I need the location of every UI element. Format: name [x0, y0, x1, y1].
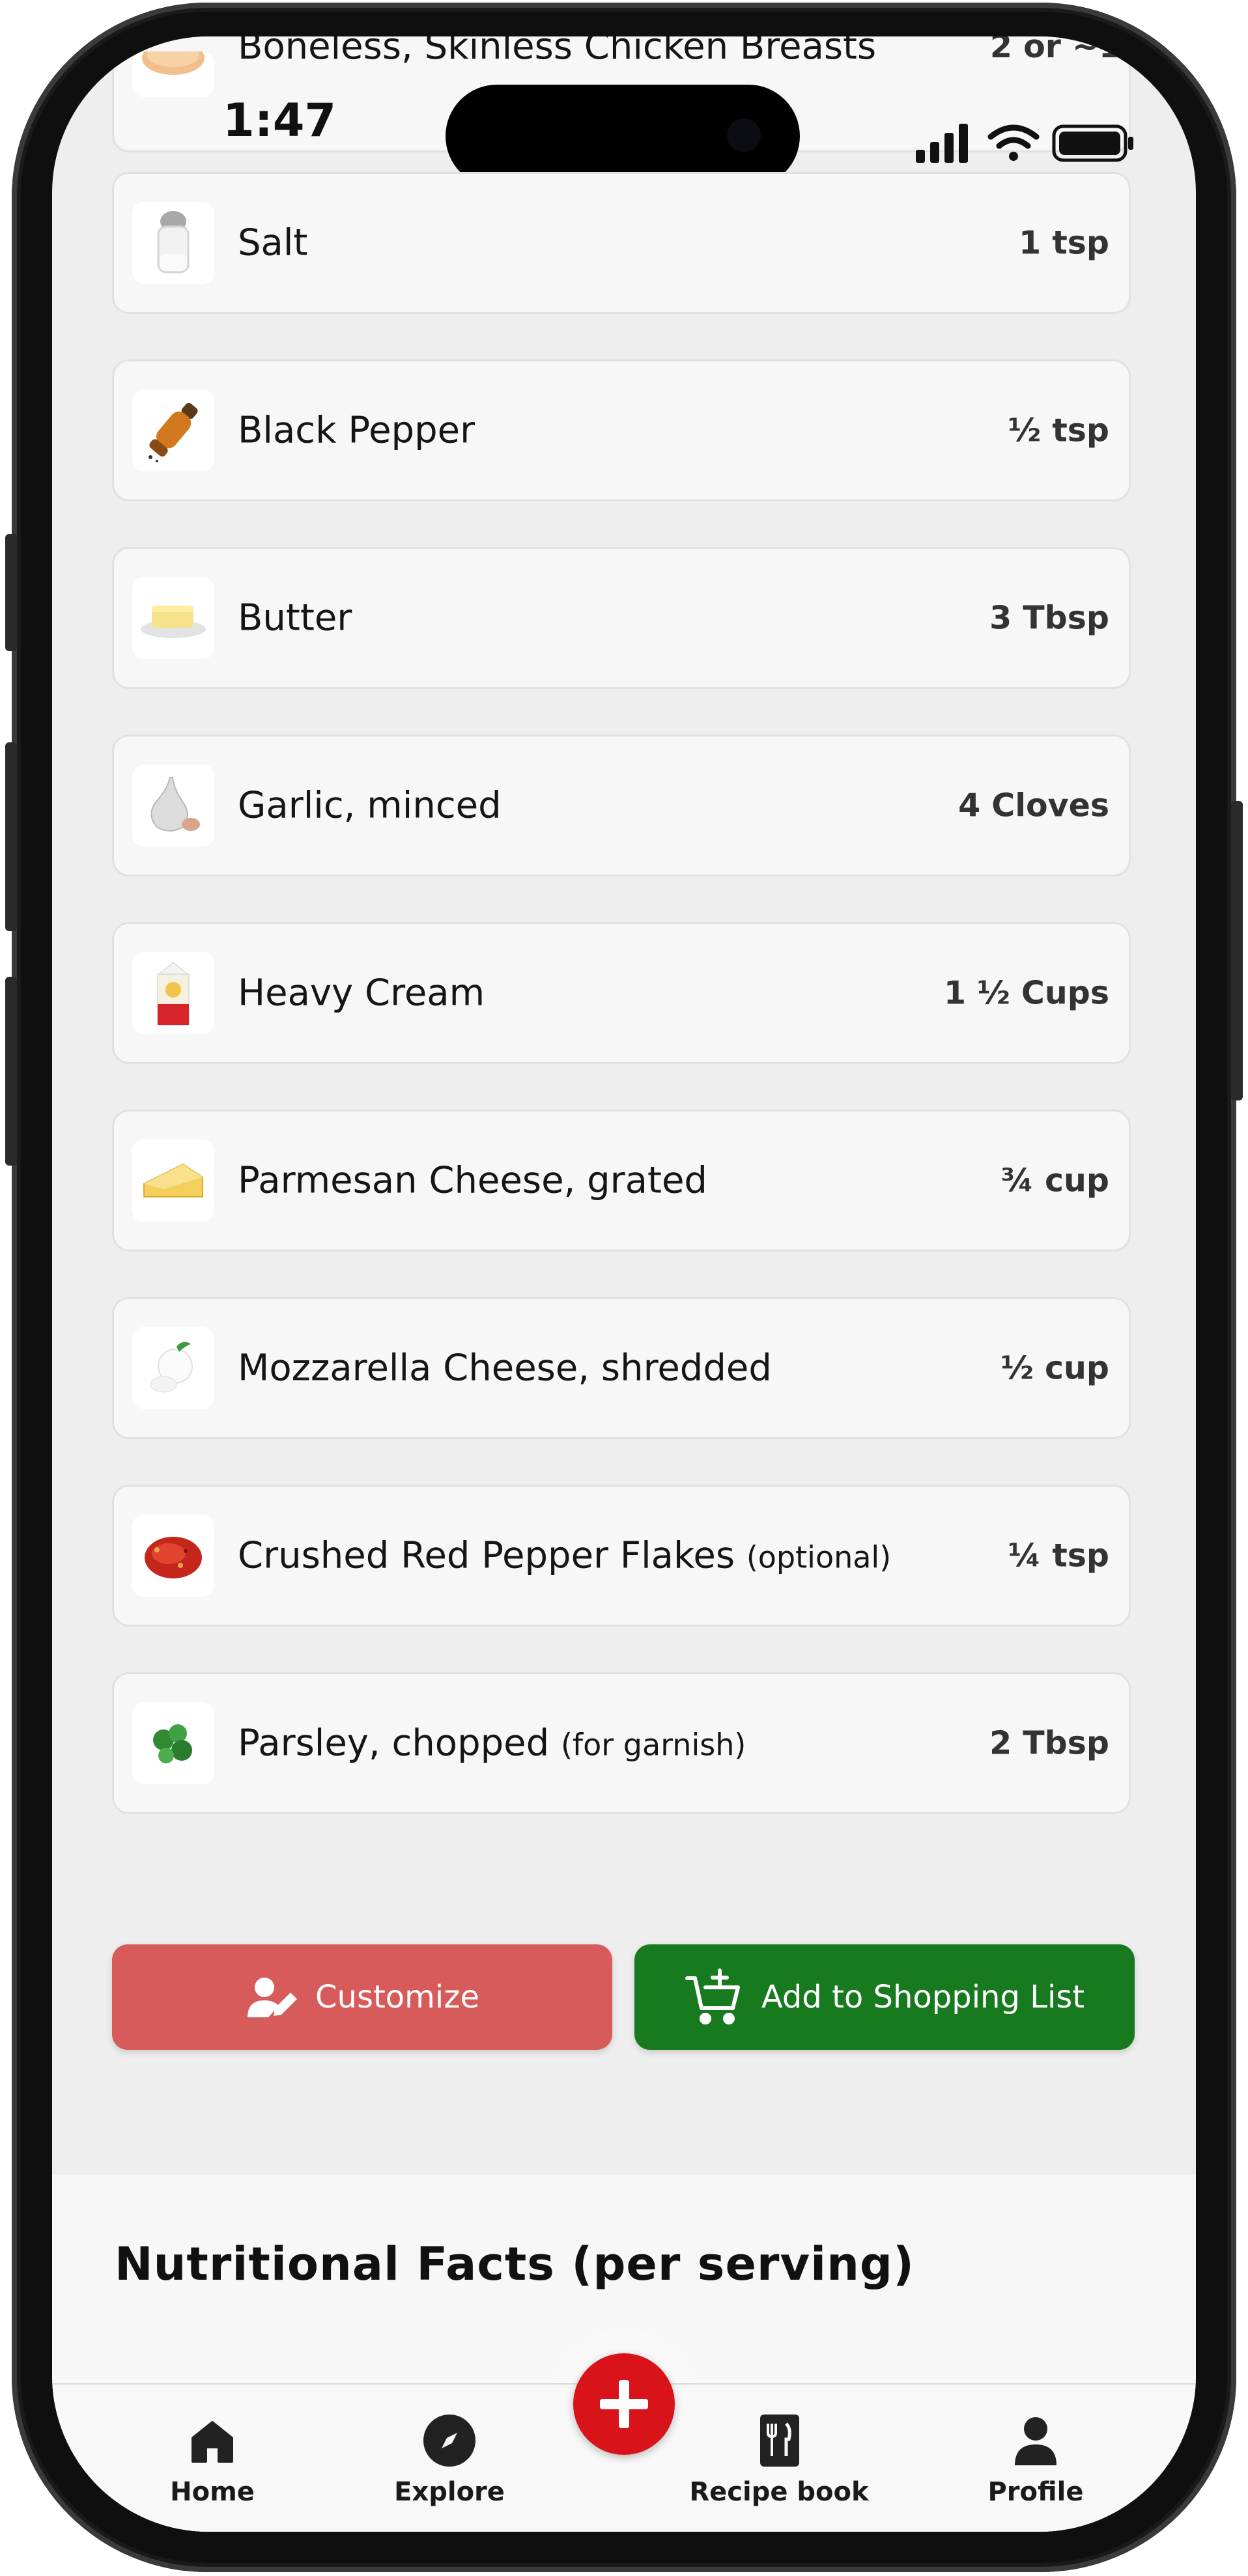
customize-button[interactable]: Customize [112, 1944, 612, 2050]
ingredient-qty: ¼ tsp [1008, 1537, 1109, 1575]
profile-icon [1015, 2417, 1057, 2465]
ingredient-row[interactable]: Crushed Red Pepper Flakes (optional) ¼ t… [112, 1485, 1131, 1627]
shopping-label: Add to Shopping List [761, 1979, 1085, 2015]
nutrition-title: Nutritional Facts (per serving) [115, 2237, 915, 2291]
pepper-grinder-icon [132, 389, 214, 471]
recipe-book-icon [760, 2415, 799, 2467]
cheese-wedge-icon [132, 1140, 214, 1222]
ingredient-row[interactable]: Parmesan Cheese, grated ¾ cup [112, 1110, 1131, 1252]
ingredient-qty: ½ cup [1000, 1349, 1109, 1387]
ingredient-qty: 1 ½ Cups [943, 974, 1109, 1012]
action-button [5, 534, 17, 651]
ingredient-name: Boneless, Skinless Chicken Breasts [238, 36, 877, 68]
mozzarella-icon [132, 1327, 214, 1409]
ingredient-name: Parmesan Cheese, grated [238, 1159, 707, 1202]
customize-label: Customize [315, 1979, 479, 2015]
ingredient-name: Black Pepper [238, 409, 475, 452]
volume-down-button [5, 977, 17, 1166]
ingredient-qty: 2 Tbsp [989, 1724, 1109, 1762]
tab-profile-label: Profile [987, 2477, 1084, 2507]
status-time: 1:47 [223, 94, 337, 147]
ingredient-row[interactable]: Garlic, minced 4 Cloves [112, 735, 1131, 876]
ingredient-row[interactable]: Parsley, chopped (for garnish) 2 Tbsp [112, 1672, 1131, 1814]
ingredient-row[interactable]: Salt 1 tsp [112, 172, 1131, 314]
ingredient-qty: 4 Cloves [958, 787, 1109, 824]
cream-carton-icon [132, 952, 214, 1034]
ingredient-qty: 1 tsp [1019, 224, 1109, 262]
ingredient-name: Parsley, chopped (for garnish) [238, 1722, 746, 1765]
add-to-shopping-list-button[interactable]: Add to Shopping List [634, 1944, 1135, 2050]
ingredient-name: Mozzarella Cheese, shredded [238, 1347, 772, 1390]
tab-recipe-book[interactable]: Recipe book [675, 2408, 883, 2507]
ingredient-name: Butter [238, 596, 352, 639]
battery-icon [1052, 124, 1133, 162]
ingredient-row[interactable]: Heavy Cream 1 ½ Cups [112, 922, 1131, 1064]
tab-explore[interactable]: Explore [365, 2408, 534, 2507]
chicken-icon [132, 51, 214, 97]
ingredient-name: Crushed Red Pepper Flakes (optional) [238, 1534, 892, 1577]
ingredient-qty: 2 or ~1lb [989, 36, 1155, 65]
garlic-icon [132, 764, 214, 847]
ingredient-name: Garlic, minced [238, 784, 502, 827]
cart-plus-icon [685, 1968, 740, 2024]
ingredient-row[interactable]: Black Pepper ½ tsp [112, 359, 1131, 501]
user-edit-icon [248, 1978, 298, 2017]
ingredient-row[interactable]: Butter 3 Tbsp [112, 547, 1131, 689]
tab-profile[interactable]: Profile [951, 2408, 1120, 2507]
ingredient-qty: 3 Tbsp [989, 599, 1109, 637]
compass-icon [423, 2415, 475, 2467]
add-recipe-button[interactable] [573, 2353, 675, 2455]
wifi-icon [987, 124, 1040, 161]
power-button [1231, 801, 1243, 1100]
tab-explore-label: Explore [394, 2477, 505, 2507]
volume-up-button [5, 742, 17, 931]
ingredient-qty: ¾ cup [1000, 1162, 1109, 1199]
plus-icon [600, 2380, 648, 2428]
signal-icon [916, 124, 968, 163]
ingredient-row[interactable]: Mozzarella Cheese, shredded ½ cup [112, 1297, 1131, 1439]
ingredient-name: Heavy Cream [238, 972, 485, 1015]
tab-home-label: Home [170, 2477, 255, 2507]
tab-recipe-book-label: Recipe book [689, 2477, 869, 2507]
pepper-flakes-icon [132, 1515, 214, 1597]
app-screen: Boneless, Skinless Chicken Breasts 2 or … [52, 36, 1196, 2532]
home-icon [191, 2421, 233, 2463]
ingredient-qty: ½ tsp [1008, 412, 1109, 449]
butter-icon [132, 577, 214, 659]
ingredient-name: Salt [238, 221, 308, 264]
parsley-icon [132, 1702, 214, 1784]
camera-icon [727, 119, 761, 152]
status-icons [916, 121, 1137, 169]
tab-home[interactable]: Home [128, 2408, 297, 2507]
salt-icon [132, 202, 214, 284]
